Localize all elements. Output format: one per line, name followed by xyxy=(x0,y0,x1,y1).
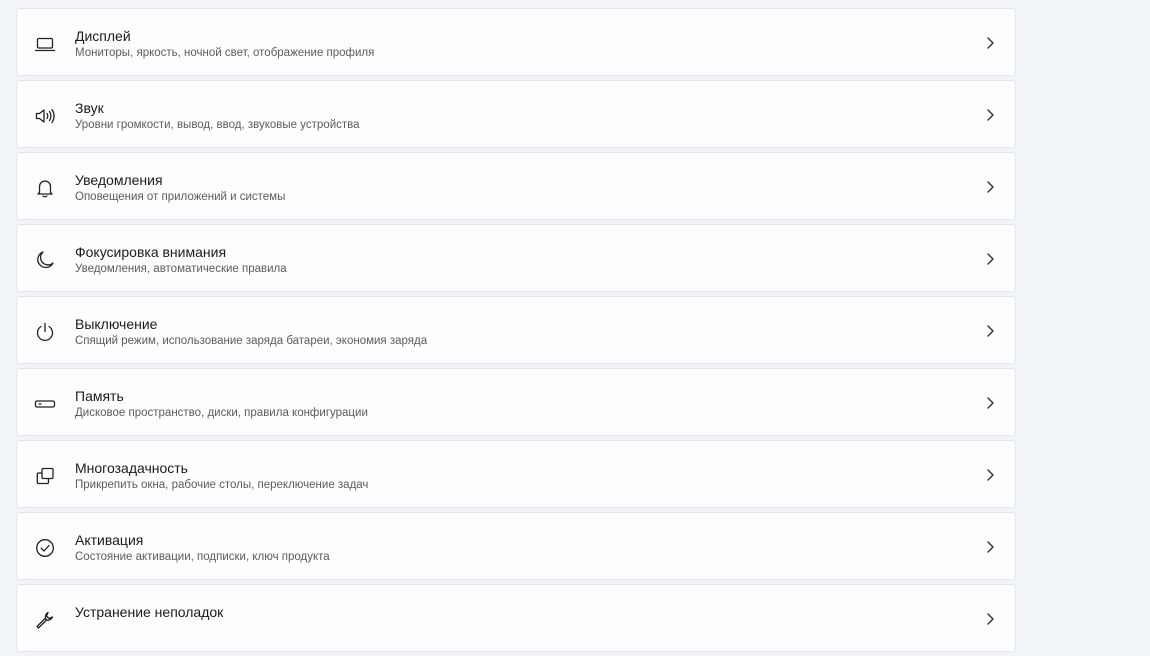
moon-icon xyxy=(34,249,56,271)
power-icon xyxy=(34,321,56,343)
bell-icon xyxy=(34,177,56,199)
settings-item-title: Выключение xyxy=(75,316,158,332)
settings-item-subtitle: Прикрепить окна, рабочие столы, переключ… xyxy=(75,479,369,491)
chevron-right-icon xyxy=(983,611,997,627)
settings-item-title: Дисплей xyxy=(75,28,131,44)
settings-list: Дисплей Мониторы, яркость, ночной свет, … xyxy=(16,8,1016,656)
settings-item-activation[interactable]: Активация Состояние активации, подписки,… xyxy=(16,512,1016,580)
chevron-right-icon xyxy=(983,467,997,483)
settings-item-title: Активация xyxy=(75,532,144,548)
display-icon xyxy=(34,33,56,55)
settings-item-title: Уведомления xyxy=(75,172,163,188)
settings-item-subtitle: Уведомления, автоматические правила xyxy=(75,263,287,275)
settings-item-notifications[interactable]: Уведомления Оповещения от приложений и с… xyxy=(16,152,1016,220)
settings-item-subtitle: Дисковое пространство, диски, правила ко… xyxy=(75,407,368,419)
chevron-right-icon xyxy=(983,539,997,555)
chevron-right-icon xyxy=(983,395,997,411)
wrench-icon xyxy=(34,609,56,631)
settings-item-storage[interactable]: Память Дисковое пространство, диски, пра… xyxy=(16,368,1016,436)
settings-item-title: Звук xyxy=(75,100,104,116)
settings-item-title: Фокусировка внимания xyxy=(75,244,227,260)
speaker-icon xyxy=(34,105,56,127)
settings-item-subtitle: Мониторы, яркость, ночной свет, отображе… xyxy=(75,47,375,59)
settings-item-title: Устранение неполадок xyxy=(75,604,224,620)
settings-item-subtitle: Уровни громкости, вывод, ввод, звуковые … xyxy=(75,119,360,131)
settings-item-power[interactable]: Выключение Спящий режим, использование з… xyxy=(16,296,1016,364)
settings-item-troubleshoot[interactable]: Устранение неполадок xyxy=(16,584,1016,652)
chevron-right-icon xyxy=(983,251,997,267)
chevron-right-icon xyxy=(983,323,997,339)
settings-item-subtitle: Оповещения от приложений и системы xyxy=(75,191,286,203)
settings-item-sound[interactable]: Звук Уровни громкости, вывод, ввод, звук… xyxy=(16,80,1016,148)
settings-item-multitasking[interactable]: Многозадачность Прикрепить окна, рабочие… xyxy=(16,440,1016,508)
settings-item-display[interactable]: Дисплей Мониторы, яркость, ночной свет, … xyxy=(16,8,1016,76)
settings-item-subtitle: Спящий режим, использование заряда батар… xyxy=(75,335,428,347)
settings-item-focus[interactable]: Фокусировка внимания Уведомления, автома… xyxy=(16,224,1016,292)
multitasking-icon xyxy=(34,465,56,487)
storage-icon xyxy=(34,393,56,415)
settings-item-title: Память xyxy=(75,388,124,404)
checkmark-circle-icon xyxy=(34,537,56,559)
settings-item-subtitle: Состояние активации, подписки, ключ прод… xyxy=(75,551,330,563)
chevron-right-icon xyxy=(983,179,997,195)
settings-item-title: Многозадачность xyxy=(75,460,188,476)
chevron-right-icon xyxy=(983,35,997,51)
chevron-right-icon xyxy=(983,107,997,123)
